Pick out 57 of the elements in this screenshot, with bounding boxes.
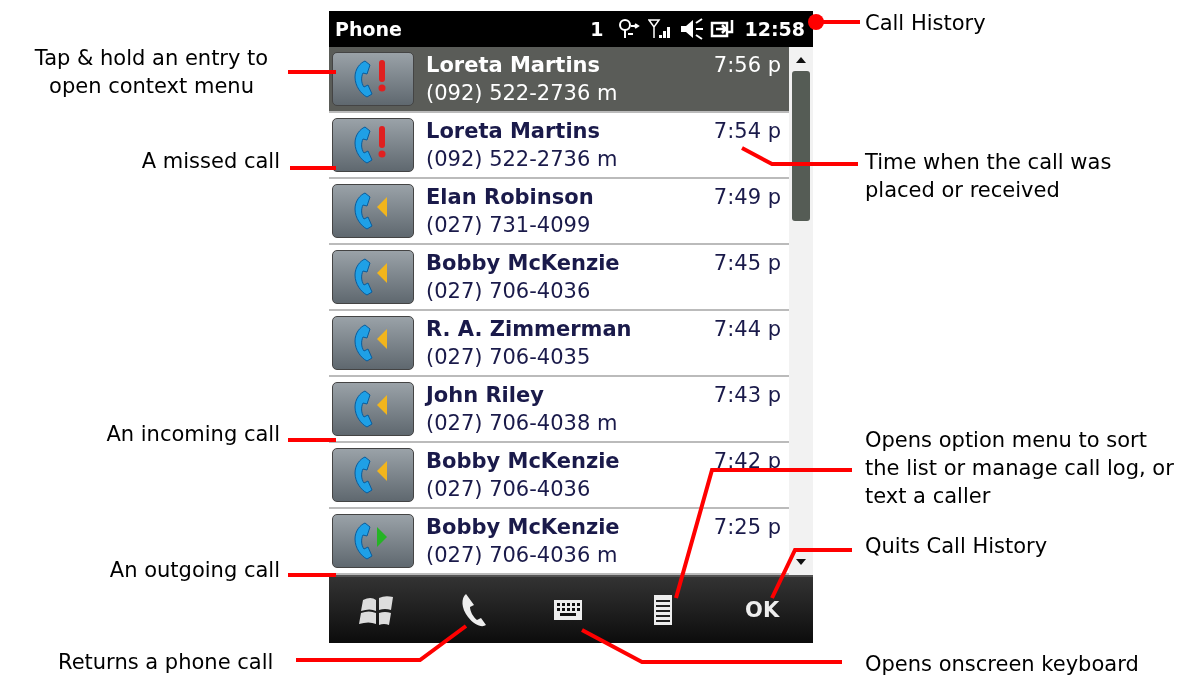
app-title: Phone: [335, 18, 403, 40]
call-time: 7:25 p: [713, 515, 781, 539]
phone-number: (027) 706-4036: [426, 279, 592, 303]
call-type-button[interactable]: [332, 118, 414, 172]
call-type-button[interactable]: [332, 316, 414, 370]
speaker-muted-icon: [678, 18, 705, 40]
call-type-button[interactable]: [332, 250, 414, 304]
caller-name: R. A. Zimmerman: [426, 317, 632, 341]
callout-label: An outgoing call: [108, 557, 280, 584]
call-time: 7:49 p: [713, 185, 781, 209]
scroll-down-icon[interactable]: [795, 557, 807, 567]
phone-number: (027) 706-4036 m: [426, 543, 619, 567]
callout-label: Opens option menu to sort the list or manage call log, or text a caller: [865, 427, 1175, 510]
phone-number: (027) 706-4036: [426, 477, 592, 501]
call-time: 7:54 p: [713, 119, 781, 143]
caller-name: Loreta Martins: [426, 119, 601, 143]
callout-label: An incoming call: [105, 421, 280, 448]
callout-label: Tap & hold an entry to open context menu: [33, 45, 270, 100]
notification-count: 1: [590, 18, 604, 40]
phone-number: (092) 522-2736 m: [426, 147, 619, 171]
scrollbar[interactable]: [789, 47, 813, 575]
leader-line: [288, 573, 336, 577]
phone-number: (027) 731-4099: [426, 213, 592, 237]
caller-name: Bobby McKenzie: [426, 515, 620, 539]
phone-number: (027) 706-4038 m: [426, 411, 619, 435]
battery-charging-icon: [709, 18, 736, 40]
scroll-up-icon[interactable]: [795, 55, 807, 65]
caller-name: Elan Robinson: [426, 185, 594, 209]
callout-label: Call History: [865, 10, 987, 37]
leader-line: [290, 166, 336, 170]
callout-label: A missed call: [140, 148, 280, 175]
phone-number: (027) 706-4035: [426, 345, 592, 369]
call-type-button[interactable]: [332, 184, 414, 238]
leader-line: [288, 438, 336, 442]
scroll-thumb[interactable]: [792, 71, 810, 221]
callout-label: Time when the call was placed or received: [865, 149, 1113, 204]
call-type-button[interactable]: [332, 448, 414, 502]
call-time: 7:45 p: [713, 251, 781, 275]
caller-name: Loreta Martins: [426, 53, 601, 77]
callout-dot: [808, 14, 824, 30]
call-time: 7:44 p: [713, 317, 781, 341]
clock: 12:58: [744, 18, 805, 40]
callout-label: Opens onscreen keyboard: [865, 651, 1140, 678]
call-time: 7:43 p: [713, 383, 781, 407]
call-list-item[interactable]: Loreta Martins 7:56 p (092) 522-2736 m: [329, 47, 789, 113]
phone-number: (092) 522-2736 m: [426, 81, 619, 105]
caller-name: Bobby McKenzie: [426, 251, 620, 275]
ok-button[interactable]: OK: [739, 594, 786, 626]
callout-label: Returns a phone call: [58, 649, 275, 676]
call-type-button[interactable]: [332, 382, 414, 436]
call-time: 7:56 p: [713, 53, 781, 77]
caller-name: John Riley: [426, 383, 544, 407]
call-type-button[interactable]: [332, 52, 414, 106]
call-type-button[interactable]: [332, 514, 414, 568]
caller-name: Bobby McKenzie: [426, 449, 620, 473]
leader-line: [288, 70, 336, 74]
callout-label: Quits Call History: [865, 533, 1049, 560]
